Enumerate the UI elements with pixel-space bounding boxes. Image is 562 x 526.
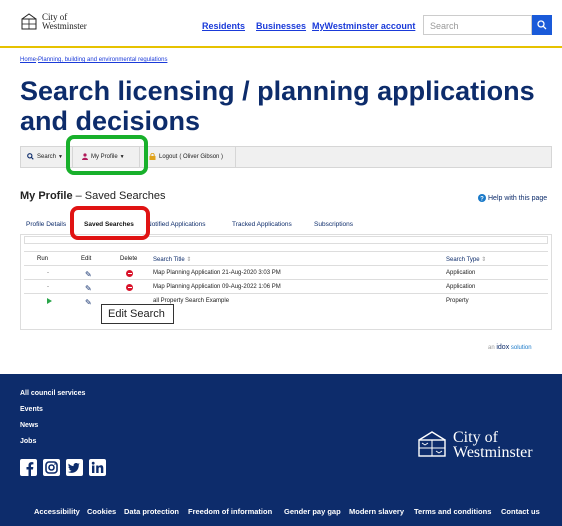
site-header: City of Westminster Residents Businesses… bbox=[0, 0, 562, 48]
col-search-type[interactable]: Search Type ⇕ bbox=[446, 256, 486, 263]
search-menu[interactable]: Search ▼ bbox=[27, 153, 63, 160]
page-title: Search licensing / planning applications… bbox=[20, 76, 535, 136]
table-header-row: Run Edit Delete Search Title ⇕ Search Ty… bbox=[24, 251, 548, 265]
help-link[interactable]: ? Help with this page bbox=[478, 194, 547, 202]
table-row: - ✎ Map Planning Application 09-Aug-2022… bbox=[24, 279, 548, 293]
tab-subscriptions[interactable]: Subscriptions bbox=[314, 221, 353, 228]
logout-label: Logout bbox=[159, 153, 178, 160]
edit-search-tooltip: Edit Search bbox=[101, 304, 174, 324]
section-title: My Profile – Saved Searches bbox=[20, 190, 166, 202]
svg-text:?: ? bbox=[480, 196, 484, 202]
crest-icon bbox=[418, 431, 446, 457]
twitter-icon[interactable] bbox=[66, 459, 83, 476]
nav-businesses[interactable]: Businesses bbox=[256, 21, 306, 31]
nav-mywestminster[interactable]: MyWestminster account bbox=[312, 21, 415, 31]
tab-tracked-applications[interactable]: Tracked Applications bbox=[232, 221, 292, 228]
nav-residents[interactable]: Residents bbox=[202, 21, 245, 31]
run-cell: - bbox=[47, 270, 49, 276]
col-search-title[interactable]: Search Title ⇕ bbox=[153, 256, 191, 263]
footer-link-data-protection[interactable]: Data protection bbox=[124, 507, 179, 516]
search-type: Application bbox=[446, 284, 476, 290]
search-type: Application bbox=[446, 270, 476, 276]
footer-link-terms[interactable]: Terms and conditions bbox=[414, 507, 491, 516]
logo-line2: Westminster bbox=[42, 21, 87, 31]
logout-user: ( Oliver Gibson ) bbox=[179, 153, 224, 160]
sort-icon: ⇕ bbox=[186, 257, 192, 263]
section-title-rest: – Saved Searches bbox=[72, 190, 166, 202]
site-footer: All council services Events News Jobs Ci… bbox=[0, 374, 562, 526]
delete-icon[interactable] bbox=[126, 284, 133, 291]
footer-logo-line2: Westminster bbox=[453, 444, 533, 461]
footer-link-council-services[interactable]: All council services bbox=[20, 390, 85, 397]
idox-suffix: solution bbox=[510, 345, 532, 351]
section-title-bold: My Profile bbox=[20, 190, 73, 202]
breadcrumb: Home›Planning, building and environmenta… bbox=[20, 57, 167, 63]
logout-link[interactable]: Logout ( Oliver Gibson ) bbox=[149, 153, 223, 160]
footer-link-news[interactable]: News bbox=[20, 422, 38, 429]
footer-link-contact[interactable]: Contact us bbox=[501, 507, 540, 516]
sort-icon: ⇕ bbox=[481, 257, 487, 263]
footer-link-foi[interactable]: Freedom of information bbox=[188, 507, 272, 516]
footer-link-modern-slavery[interactable]: Modern slavery bbox=[349, 507, 404, 516]
search-button[interactable] bbox=[532, 15, 552, 35]
instagram-icon[interactable] bbox=[43, 459, 60, 476]
play-icon[interactable] bbox=[47, 298, 52, 304]
search-title-link[interactable]: Map Planning Application 21-Aug-2020 3:0… bbox=[153, 270, 281, 276]
help-label: Help with this page bbox=[488, 194, 548, 202]
delete-icon[interactable] bbox=[126, 270, 133, 277]
idox-logo: an idox solution bbox=[488, 344, 532, 351]
pencil-icon[interactable]: ✎ bbox=[85, 284, 92, 293]
footer-logo-line1: City of bbox=[453, 429, 498, 446]
facebook-icon[interactable] bbox=[20, 459, 37, 476]
footer-link-jobs[interactable]: Jobs bbox=[20, 438, 36, 445]
footer-city-logo[interactable]: City of Westminster bbox=[415, 429, 533, 461]
col-edit: Edit bbox=[81, 256, 92, 262]
col-run: Run bbox=[37, 256, 49, 262]
footer-link-cookies[interactable]: Cookies bbox=[87, 507, 116, 516]
idox-brand: idox bbox=[496, 344, 510, 351]
col-delete: Delete bbox=[120, 256, 138, 262]
highlight-my-profile bbox=[66, 135, 148, 175]
footer-link-gender-pay-gap[interactable]: Gender pay gap bbox=[284, 507, 341, 516]
search-icon bbox=[537, 20, 547, 30]
lock-icon bbox=[149, 153, 156, 160]
search-type: Property bbox=[446, 298, 469, 304]
highlight-saved-searches bbox=[70, 206, 150, 240]
search-input[interactable]: Search bbox=[423, 15, 532, 35]
idox-prefix: an bbox=[488, 345, 495, 351]
crest-icon bbox=[21, 13, 37, 30]
tab-notified-applications[interactable]: Notified Applications bbox=[147, 221, 206, 228]
pencil-icon[interactable]: ✎ bbox=[85, 298, 92, 307]
table-row: - ✎ Map Planning Application 21-Aug-2020… bbox=[24, 265, 548, 279]
search-menu-label: Search bbox=[37, 153, 57, 160]
tab-profile-details[interactable]: Profile Details bbox=[26, 221, 66, 228]
search-icon bbox=[27, 153, 34, 160]
linkedin-icon[interactable] bbox=[89, 459, 106, 476]
caret-down-icon: ▼ bbox=[58, 153, 63, 160]
run-cell: - bbox=[47, 284, 49, 290]
city-logo[interactable]: City of Westminster bbox=[20, 13, 87, 31]
breadcrumb-section[interactable]: Planning, building and environmental reg… bbox=[38, 57, 167, 63]
footer-link-accessibility[interactable]: Accessibility bbox=[34, 507, 80, 516]
footer-link-events[interactable]: Events bbox=[20, 406, 43, 413]
pencil-icon[interactable]: ✎ bbox=[85, 270, 92, 279]
help-icon: ? bbox=[478, 194, 486, 202]
breadcrumb-home[interactable]: Home bbox=[20, 57, 36, 63]
search-title-link[interactable]: Map Planning Application 09-Aug-2022 1:0… bbox=[153, 284, 281, 290]
